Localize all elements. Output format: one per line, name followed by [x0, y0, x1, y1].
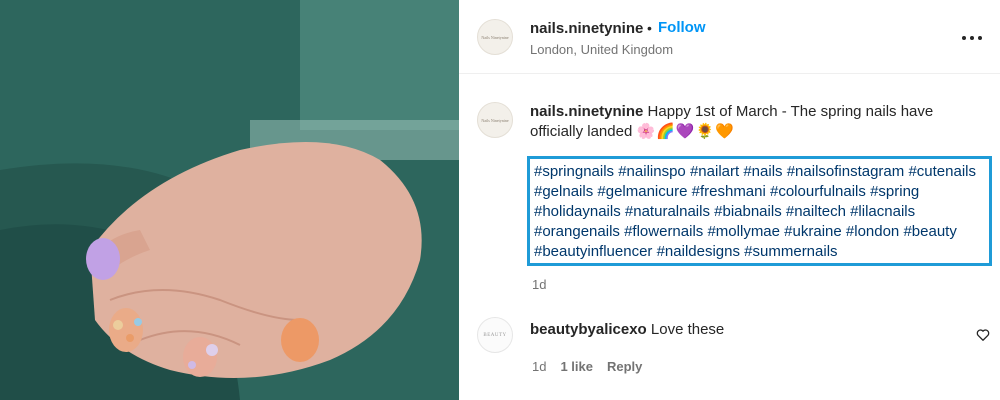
heart-outline-icon[interactable]: [976, 328, 990, 342]
hashtag-link[interactable]: #nailsofinstagram: [787, 163, 905, 180]
hashtag-link[interactable]: #summernails: [744, 243, 837, 260]
avatar-logo-text: BEAUTY: [483, 332, 507, 338]
separator-dot: •: [647, 20, 652, 36]
hashtag-link[interactable]: #spring: [870, 183, 919, 200]
hashtag-link[interactable]: #lilacnails: [850, 203, 915, 220]
hashtag-link[interactable]: #nails: [743, 163, 782, 180]
author-username[interactable]: nails.ninetynine: [530, 20, 643, 37]
hashtag-link[interactable]: #gelnails: [534, 183, 593, 200]
hashtag-link[interactable]: #nailinspo: [618, 163, 686, 180]
caption-avatar[interactable]: Nails Ninetynine: [477, 102, 513, 138]
avatar-logo-text: Nails Ninetynine: [481, 34, 509, 40]
commenter-avatar[interactable]: BEAUTY: [477, 317, 513, 353]
hashtag-link[interactable]: #beautyinfluencer: [534, 243, 652, 260]
hashtag-link[interactable]: #gelmanicure: [597, 183, 687, 200]
reply-button[interactable]: Reply: [607, 359, 642, 374]
hashtag-link[interactable]: #orangenails: [534, 223, 620, 240]
hashtag-link[interactable]: #biabnails: [714, 203, 782, 220]
comment-timestamp[interactable]: 1d: [532, 359, 546, 374]
hashtag-link[interactable]: #naildesigns: [657, 243, 740, 260]
avatar-logo-text: Nails Ninetynine: [481, 117, 509, 123]
hashtag-link[interactable]: #mollymae: [707, 223, 780, 240]
post-header: Nails Ninetynine nails.ninetynine • Foll…: [459, 0, 1000, 74]
post-panel: Nails Ninetynine nails.ninetynine • Foll…: [459, 0, 1000, 400]
comment-meta: 1d 1 like Reply: [532, 359, 642, 374]
hashtag-link[interactable]: #nailtech: [786, 203, 846, 220]
follow-button[interactable]: Follow: [658, 19, 706, 36]
post-photo: [0, 0, 459, 400]
comment: beautybyalicexo Love these: [530, 321, 724, 338]
caption-emojis: 🌸🌈💜🌻🧡: [636, 123, 735, 140]
hashtag-link[interactable]: #naturalnails: [625, 203, 710, 220]
hashtag-link[interactable]: #flowernails: [624, 223, 703, 240]
hashtag-link[interactable]: #beauty: [903, 223, 956, 240]
author-avatar[interactable]: Nails Ninetynine: [477, 19, 513, 55]
comment-likes[interactable]: 1 like: [560, 359, 593, 374]
hand-nails-illustration: [0, 0, 459, 400]
hashtag-link[interactable]: #london: [846, 223, 899, 240]
comment-username[interactable]: beautybyalicexo: [530, 321, 647, 338]
hashtag-link[interactable]: #colourfulnails: [770, 183, 866, 200]
post-timestamp[interactable]: 1d: [532, 277, 546, 292]
more-horizontal-icon[interactable]: [962, 28, 986, 48]
post-location[interactable]: London, United Kingdom: [530, 42, 673, 57]
hashtag-link[interactable]: #nailart: [690, 163, 739, 180]
hashtag-link[interactable]: #springnails: [534, 163, 614, 180]
hashtag-link[interactable]: #holidaynails: [534, 203, 621, 220]
comment-text: Love these: [650, 321, 725, 338]
hashtag-link[interactable]: #cutenails: [908, 163, 976, 180]
caption-username[interactable]: nails.ninetynine: [530, 103, 643, 120]
post-caption: nails.ninetynine Happy 1st of March - Th…: [530, 102, 985, 142]
hashtag-block: #springnails #nailinspo #nailart #nails …: [527, 156, 992, 266]
hashtag-link[interactable]: #ukraine: [784, 223, 842, 240]
hashtag-link[interactable]: #freshmani: [692, 183, 766, 200]
